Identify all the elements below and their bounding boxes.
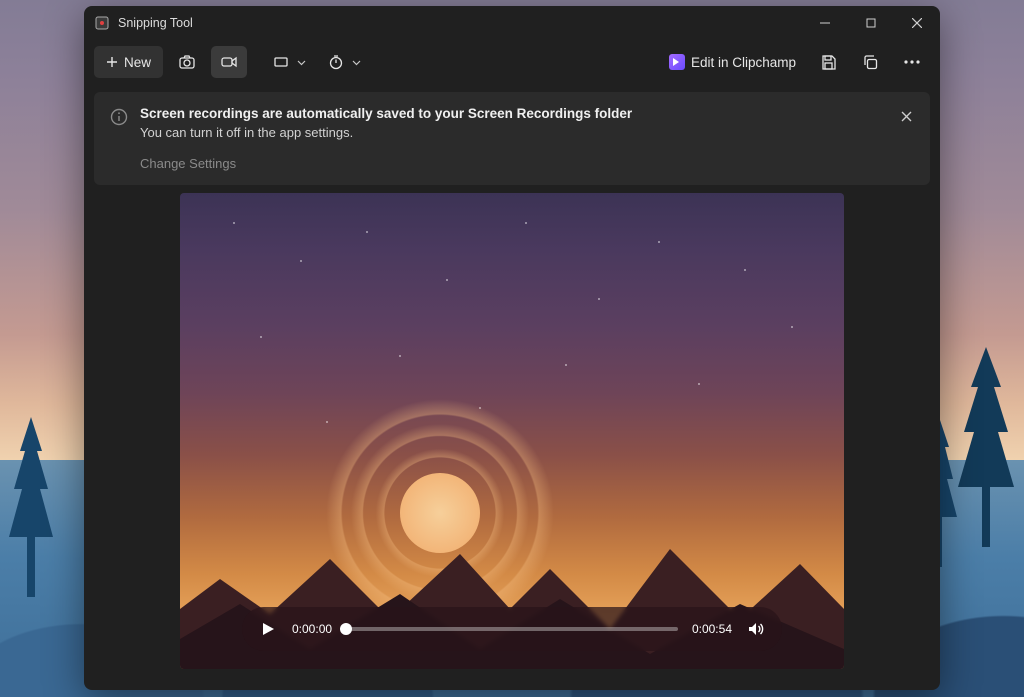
play-button[interactable]	[258, 621, 278, 637]
info-icon	[110, 108, 128, 126]
titlebar[interactable]: Snipping Tool	[84, 6, 940, 40]
shape-dropdown[interactable]	[265, 46, 314, 78]
copy-icon	[862, 54, 879, 71]
save-icon	[820, 54, 837, 71]
banner-close-button[interactable]	[892, 102, 920, 130]
close-button[interactable]	[894, 6, 940, 40]
desktop-wallpaper: Snipping Tool New	[0, 0, 1024, 697]
window-title: Snipping Tool	[118, 16, 802, 30]
chevron-down-icon	[297, 58, 306, 67]
minimize-button[interactable]	[802, 6, 848, 40]
video-controls: 0:00:00 0:00:54	[242, 607, 782, 651]
app-window: Snipping Tool New	[84, 6, 940, 690]
wallpaper-tree	[6, 417, 56, 597]
edit-clipchamp-label: Edit in Clipchamp	[691, 55, 796, 70]
new-button-label: New	[124, 55, 151, 70]
toolbar: New	[84, 40, 940, 84]
plus-icon	[106, 56, 118, 68]
delay-dropdown[interactable]	[320, 46, 369, 78]
rectangle-icon	[273, 55, 289, 69]
camera-icon	[178, 53, 196, 71]
seek-thumb[interactable]	[340, 623, 352, 635]
edit-clipchamp-button[interactable]: Edit in Clipchamp	[661, 46, 804, 78]
total-time: 0:00:54	[692, 622, 732, 636]
banner-subtitle: You can turn it off in the app settings.	[140, 125, 632, 140]
chevron-down-icon	[352, 58, 361, 67]
banner-title: Screen recordings are automatically save…	[140, 106, 632, 121]
snip-mode-button[interactable]	[169, 46, 205, 78]
more-icon	[904, 60, 920, 64]
maximize-button[interactable]	[848, 6, 894, 40]
current-time: 0:00:00	[292, 622, 332, 636]
save-button[interactable]	[810, 46, 846, 78]
new-button[interactable]: New	[94, 46, 163, 78]
more-button[interactable]	[894, 46, 930, 78]
video-camera-icon	[220, 53, 238, 71]
change-settings-link[interactable]: Change Settings	[140, 156, 236, 171]
clipchamp-icon	[669, 54, 685, 70]
window-controls	[802, 6, 940, 40]
notification-banner: Screen recordings are automatically save…	[94, 92, 930, 185]
video-preview[interactable]: 0:00:00 0:00:54	[180, 193, 844, 669]
volume-button[interactable]	[746, 620, 766, 638]
seek-bar[interactable]	[346, 627, 678, 631]
record-mode-button[interactable]	[211, 46, 247, 78]
app-icon	[94, 15, 110, 31]
copy-button[interactable]	[852, 46, 888, 78]
content-area: 0:00:00 0:00:54	[84, 193, 940, 690]
timer-icon	[328, 54, 344, 70]
wallpaper-tree	[956, 347, 1016, 547]
